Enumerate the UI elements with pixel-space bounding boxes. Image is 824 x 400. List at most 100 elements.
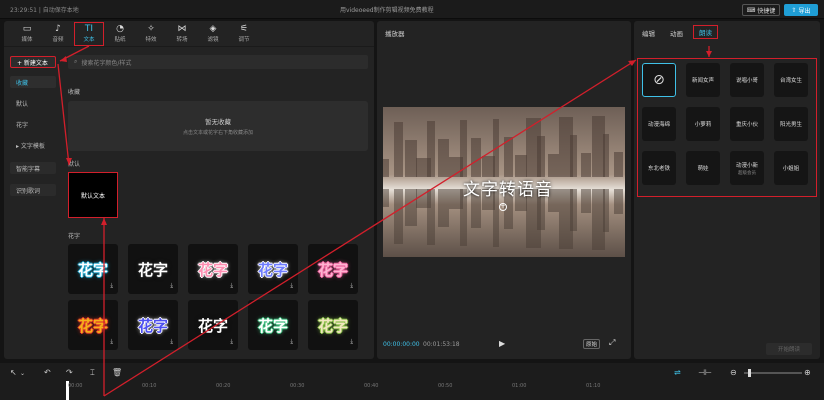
time-tick: 00:00	[68, 383, 83, 389]
tool-effects[interactable]: ✧ 特效	[136, 22, 166, 46]
keyboard-icon: ⌨	[746, 6, 756, 14]
assets-panel: ▭ 媒体 ♪ 音频 TI 文本 ◔ 贴纸 ✧ 特效 ⋈ 转场 ◈ 滤镜 ⚟ 调节 + 新建文本 收藏 默认 花…	[4, 21, 374, 359]
voice-option[interactable]: 台湾女生	[774, 63, 808, 97]
tab-read-aloud[interactable]: 朗读	[693, 25, 718, 39]
collect-section-title: 收藏	[68, 89, 81, 96]
zoom-slider-handle[interactable]	[748, 369, 751, 377]
chevron-down-icon[interactable]: ⌄	[20, 370, 25, 377]
fancy-text-tile[interactable]: 花字 ⤓	[68, 300, 118, 350]
sidebar-item-default[interactable]: 默认	[10, 97, 56, 109]
download-icon[interactable]: ⤓	[350, 338, 353, 346]
search-icon: ⌕	[74, 58, 78, 65]
tool-sticker[interactable]: ◔ 贴纸	[105, 22, 135, 46]
voice-option[interactable]: 阳光男生	[774, 107, 808, 141]
download-icon[interactable]: ⤓	[110, 282, 113, 290]
sidebar-item-template[interactable]: ▸ 文字模板	[10, 139, 56, 151]
building-top	[570, 135, 577, 177]
search-placeholder: 搜索花字颜色/样式	[81, 59, 132, 67]
adjust-icon: ⚟	[239, 24, 249, 34]
tab-edit[interactable]: 编辑	[642, 28, 655, 38]
voice-label: 小姐姐	[782, 166, 800, 172]
download-icon[interactable]: ⤓	[230, 282, 233, 290]
fancy-text-tile[interactable]: 花字 ⤓	[248, 300, 298, 350]
time-tick: 01:00	[512, 383, 527, 389]
download-icon[interactable]: ⤓	[110, 338, 113, 346]
fancy-text-tile[interactable]: 花字 ⤓	[188, 244, 238, 294]
fancy-text-tile[interactable]: 花字 ⤓	[248, 244, 298, 294]
tool-filter[interactable]: ◈ 滤镜	[198, 22, 228, 46]
fancy-text-tile[interactable]: 花字 ⤓	[128, 300, 178, 350]
search-input[interactable]: ⌕ 搜索花字颜色/样式	[68, 55, 368, 69]
zoom-in-icon[interactable]: ⊕	[804, 368, 811, 377]
tool-label: 贴纸	[114, 37, 126, 43]
shortcut-button[interactable]: ⌨ 快捷键	[742, 4, 780, 16]
ratio-button[interactable]: 原始	[583, 339, 601, 349]
play-icon[interactable]: ▶	[499, 339, 505, 348]
voice-option[interactable]: 萌娃	[686, 151, 720, 185]
download-icon[interactable]: ⤓	[350, 282, 353, 290]
rotate-handle-icon[interactable]: +	[499, 203, 507, 211]
tab-animation[interactable]: 动画	[670, 28, 683, 38]
fullscreen-icon[interactable]: ⤢	[609, 338, 615, 348]
fancy-text-tile[interactable]: 花字 ⤓	[188, 300, 238, 350]
voice-none[interactable]: ⊘	[642, 63, 676, 97]
tool-text[interactable]: TI 文本	[74, 22, 104, 46]
voice-option[interactable]: 动漫小新 超级会员	[730, 151, 764, 185]
download-icon[interactable]: ⤓	[170, 282, 173, 290]
voice-label: 萌娃	[697, 166, 709, 172]
voice-option[interactable]: 新闻女声	[686, 63, 720, 97]
lyrics-recognize-button[interactable]: 识别歌词	[10, 184, 56, 196]
voice-label: 动漫小新	[735, 162, 758, 169]
player-panel: 播放器 文字转语音 + 00:00:00:00 00:01:53:18 ▶ 原始…	[377, 21, 631, 359]
voice-label: 东北老铁	[647, 166, 670, 172]
split-icon[interactable]: ⌶	[90, 368, 95, 378]
voice-option[interactable]: 小姐姐	[774, 151, 808, 185]
voice-vip-note: 超级会员	[738, 170, 756, 176]
voice-option[interactable]: 东北老铁	[642, 151, 676, 185]
tool-transition[interactable]: ⋈ 转场	[167, 22, 197, 46]
building-top	[383, 159, 389, 177]
fancy-text-tile[interactable]: 花字 ⤓	[308, 300, 358, 350]
zoom-slider[interactable]	[744, 372, 802, 374]
redo-icon[interactable]: ↷	[66, 368, 73, 377]
link-icon[interactable]: ⇌	[674, 368, 681, 377]
video-preview[interactable]: 文字转语音 +	[383, 107, 625, 257]
building-bottom	[383, 189, 389, 207]
zoom-out-icon[interactable]: ⊖	[730, 368, 737, 377]
transition-icon: ⋈	[177, 24, 187, 34]
fancy-text-tile[interactable]: 花字 ⤓	[308, 244, 358, 294]
collect-empty-title: 暂无收藏	[205, 118, 231, 126]
undo-icon[interactable]: ↶	[44, 368, 51, 377]
delete-icon[interactable]: 🗑	[112, 368, 122, 377]
current-time: 00:00:00:00	[383, 341, 420, 348]
export-button[interactable]: ⇧ 导出	[784, 4, 818, 16]
voice-label: 小萝莉	[694, 122, 712, 128]
auto-subtitle-button[interactable]: 智能字幕	[10, 162, 56, 174]
building-top	[493, 119, 499, 177]
snap-icon[interactable]: ⊣⊢	[698, 368, 712, 377]
fancy-text-tile[interactable]: 花字 ⤓	[128, 244, 178, 294]
fancy-text-sample: 花字	[137, 316, 168, 335]
download-icon[interactable]: ⤓	[170, 338, 173, 346]
tool-media[interactable]: ▭ 媒体	[12, 22, 42, 46]
download-icon[interactable]: ⤓	[290, 282, 293, 290]
voice-option[interactable]: 小萝莉	[686, 107, 720, 141]
download-icon[interactable]: ⤓	[230, 338, 233, 346]
collect-empty-desc: 点击文本或花字右下角收藏添加	[182, 130, 253, 136]
download-icon[interactable]: ⤓	[290, 338, 293, 346]
video-subtitle[interactable]: 文字转语音	[433, 175, 583, 200]
tool-adjust[interactable]: ⚟ 调节	[229, 22, 259, 46]
fancy-text-sample: 花字	[77, 316, 108, 335]
sidebar-item-collect[interactable]: 收藏	[10, 76, 56, 88]
voice-option[interactable]: 重庆小伙	[730, 107, 764, 141]
select-tool-icon[interactable]: ↖	[10, 368, 17, 377]
tool-audio[interactable]: ♪ 音频	[43, 22, 73, 46]
new-text-button[interactable]: + 新建文本	[10, 56, 56, 68]
fancy-text-tile[interactable]: 花字 ⤓	[68, 244, 118, 294]
default-text-card[interactable]: 默认文本	[68, 172, 118, 218]
voice-option[interactable]: 动漫海绵	[642, 107, 676, 141]
start-read-button[interactable]: 开始朗读	[766, 343, 812, 355]
sidebar-item-fancy[interactable]: 花字	[10, 118, 56, 130]
building-top	[394, 122, 403, 177]
voice-option[interactable]: 说唱小哥	[730, 63, 764, 97]
